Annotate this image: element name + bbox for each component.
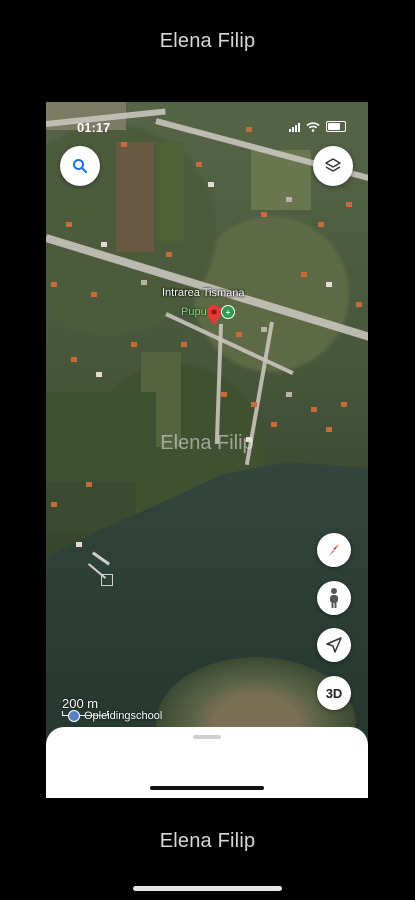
3d-view-button[interactable]: 3D bbox=[317, 676, 351, 710]
building bbox=[346, 202, 352, 207]
poi-label[interactable]: Opleidingschool bbox=[68, 710, 162, 722]
status-time: 01:17 bbox=[77, 120, 111, 135]
building bbox=[318, 222, 324, 227]
bottom-watermark: Elena Filip bbox=[159, 830, 256, 852]
compass-icon bbox=[329, 544, 339, 556]
building bbox=[121, 142, 127, 147]
building bbox=[76, 542, 82, 547]
building bbox=[66, 222, 72, 227]
field-patch bbox=[156, 142, 184, 242]
building bbox=[236, 332, 242, 337]
building bbox=[208, 182, 214, 187]
map-pin-icon[interactable] bbox=[207, 305, 221, 325]
scale-label: 200 m bbox=[62, 696, 99, 711]
poi-icon bbox=[68, 710, 80, 722]
building bbox=[131, 342, 137, 347]
building bbox=[286, 197, 292, 202]
building bbox=[51, 502, 57, 507]
building bbox=[51, 282, 57, 287]
my-location-button[interactable] bbox=[317, 628, 351, 662]
building bbox=[261, 327, 267, 332]
street-view-pegman-icon bbox=[330, 588, 338, 608]
street-label: Intrarea Tismana bbox=[161, 286, 245, 300]
building bbox=[356, 302, 362, 307]
search-button[interactable] bbox=[60, 146, 100, 186]
building bbox=[301, 272, 307, 277]
building bbox=[166, 252, 172, 257]
building bbox=[271, 422, 277, 427]
building bbox=[101, 242, 107, 247]
sheet-drag-handle[interactable] bbox=[193, 735, 221, 739]
bottom-sheet[interactable] bbox=[46, 727, 368, 798]
building bbox=[96, 372, 102, 377]
place-category-icon[interactable]: + bbox=[221, 305, 235, 319]
field-patch bbox=[116, 142, 154, 252]
my-location-arrow-icon bbox=[326, 637, 342, 653]
building bbox=[341, 402, 347, 407]
cellular-signal-icon bbox=[289, 122, 300, 132]
building bbox=[196, 162, 202, 167]
home-indicator bbox=[150, 786, 264, 790]
building bbox=[286, 392, 292, 397]
dock bbox=[101, 574, 113, 586]
outer-home-indicator bbox=[133, 886, 282, 891]
layers-button[interactable] bbox=[313, 146, 353, 186]
street-view-button[interactable] bbox=[317, 581, 351, 615]
place-label[interactable]: Pupu bbox=[181, 306, 207, 318]
building bbox=[71, 357, 77, 362]
building bbox=[261, 212, 267, 217]
building bbox=[326, 282, 332, 287]
status-icons bbox=[289, 121, 346, 132]
building bbox=[181, 342, 187, 347]
wifi-icon bbox=[306, 121, 320, 132]
poi-name: Opleidingschool bbox=[84, 710, 163, 722]
layers-icon bbox=[325, 158, 341, 172]
building bbox=[141, 280, 147, 285]
search-icon bbox=[73, 159, 87, 173]
top-watermark: Elena Filip bbox=[159, 30, 256, 52]
building bbox=[251, 402, 257, 407]
status-bar: 01:17 bbox=[46, 116, 368, 136]
building bbox=[91, 292, 97, 297]
building bbox=[311, 407, 317, 412]
building bbox=[86, 482, 92, 487]
map-watermark: Elena Filip bbox=[160, 432, 254, 454]
phone-screen: Intrarea Tismana Pupu + Elena Filip 200 … bbox=[46, 102, 368, 798]
compass-button[interactable] bbox=[317, 533, 351, 567]
battery-icon bbox=[326, 121, 346, 132]
building bbox=[221, 392, 227, 397]
